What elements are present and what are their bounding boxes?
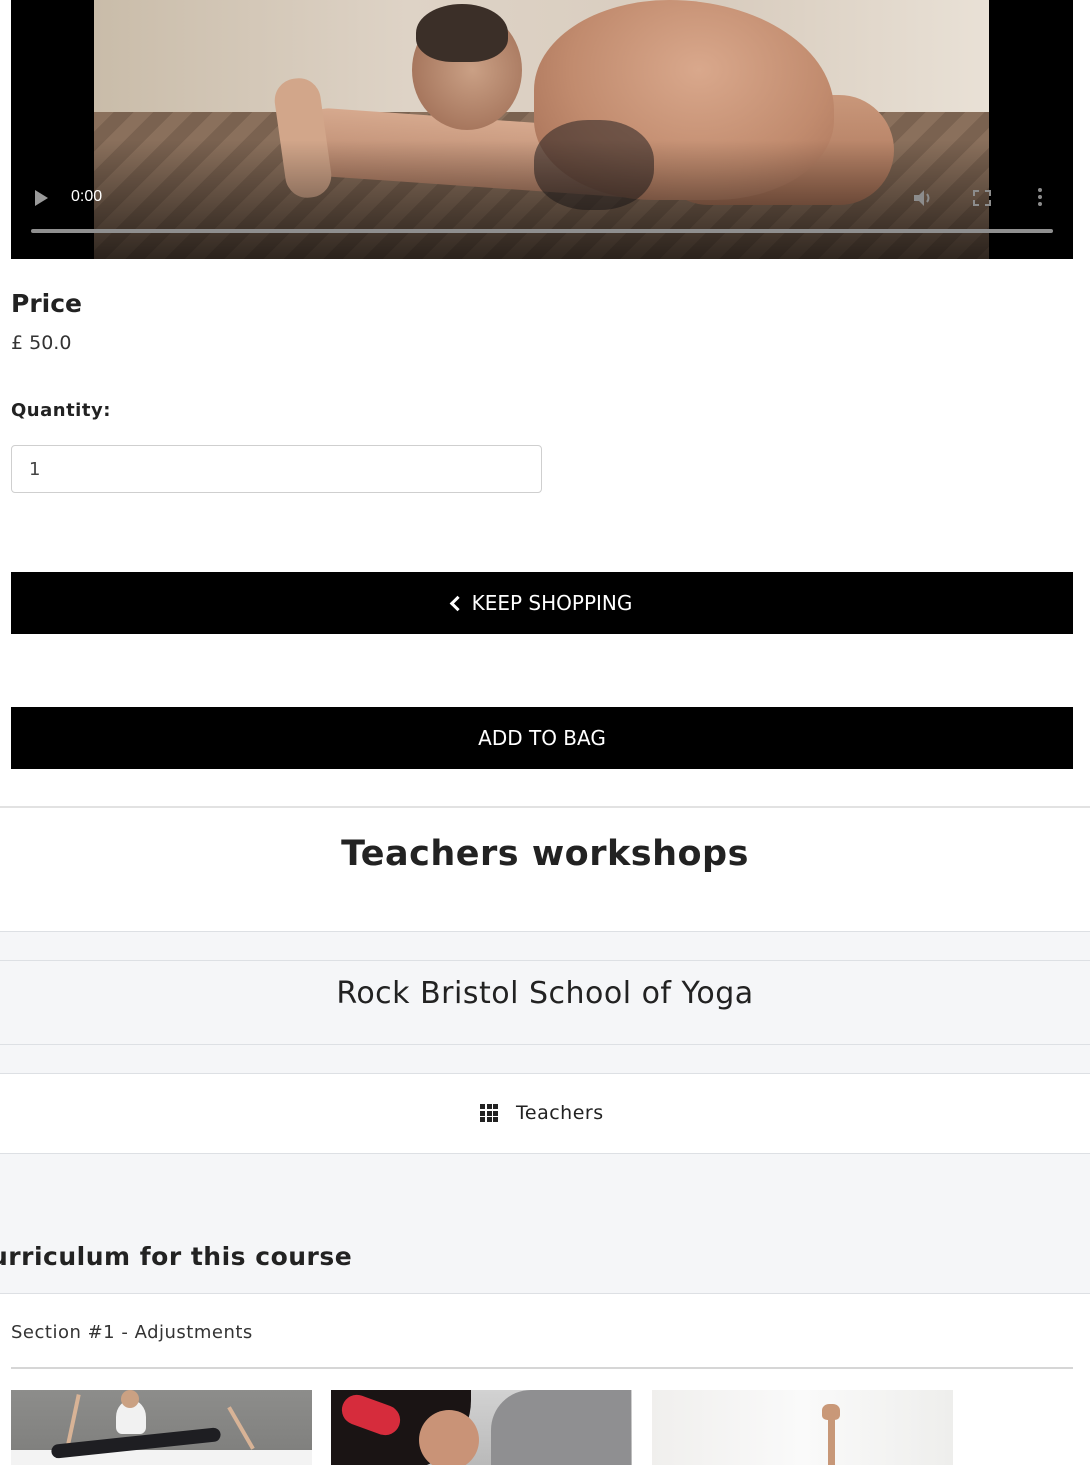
keep-shopping-button[interactable]: KEEP SHOPPING [11,572,1073,634]
lesson-thumbnail[interactable] [652,1390,953,1465]
price-value: £ 50.0 [11,332,72,354]
course-title: Teachers workshops [341,834,749,874]
chevron-left-icon [449,595,465,612]
add-to-bag-label: ADD TO BAG [478,726,606,750]
fullscreen-icon[interactable] [973,190,991,206]
curriculum-title: urriculum for this course [0,1242,353,1271]
course-video-player[interactable]: 0:00 [11,0,1073,259]
teachers-label: Teachers [516,1102,604,1124]
curriculum-band [0,1154,1090,1294]
add-to-bag-button[interactable]: ADD TO BAG [11,707,1073,769]
quantity-label: Quantity: [11,400,111,421]
lesson-thumbnail[interactable] [331,1390,632,1465]
video-progress-bar[interactable] [31,229,1053,233]
video-time: 0:00 [71,188,103,205]
lesson-thumbnail[interactable] [11,1390,312,1465]
quantity-input[interactable] [11,445,542,493]
divider-band [0,931,1090,961]
price-label: Price [11,289,82,318]
divider-band [0,1045,1090,1074]
play-icon[interactable] [35,190,48,206]
grid-icon [480,1104,498,1122]
teachers-link[interactable]: Teachers [480,1102,604,1124]
volume-icon[interactable] [912,188,934,208]
more-vert-icon[interactable] [1037,188,1043,208]
section-divider [11,1367,1073,1369]
school-name: Rock Bristol School of Yoga [336,976,754,1011]
section-label: Section #1 - Adjustments [11,1322,253,1343]
keep-shopping-label: KEEP SHOPPING [471,591,633,615]
divider [0,806,1090,808]
